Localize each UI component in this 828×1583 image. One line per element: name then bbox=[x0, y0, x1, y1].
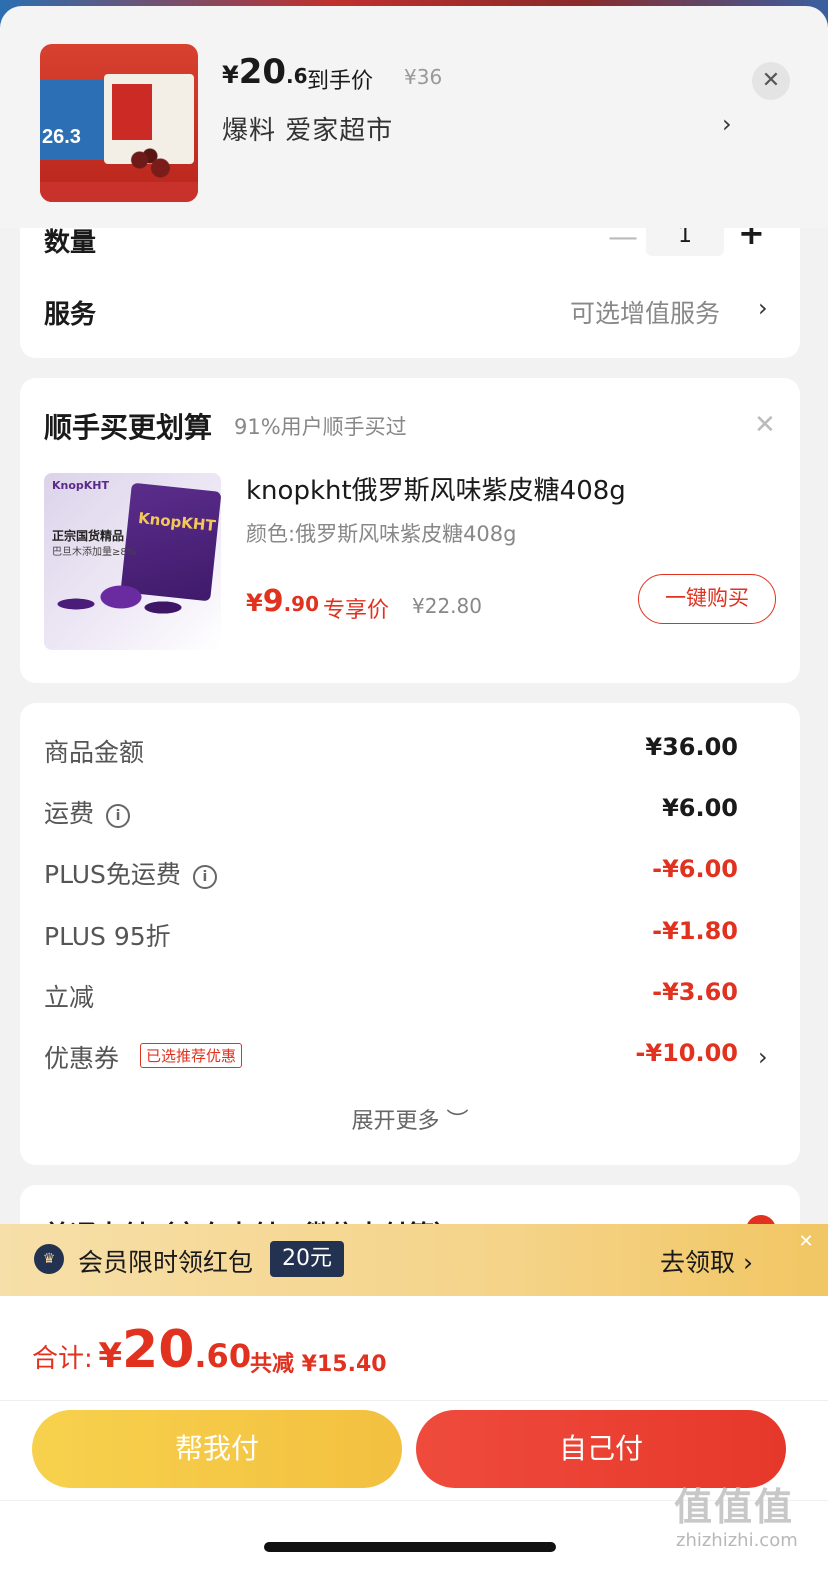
close-icon[interactable]: ✕ bbox=[792, 1228, 820, 1256]
fee-value: -¥1.80 bbox=[652, 917, 738, 945]
addon-product-variant: 颜色:俄罗斯风味紫皮糖408g bbox=[246, 522, 517, 546]
final-price-label: 到手价 bbox=[307, 69, 374, 94]
candies bbox=[46, 569, 196, 639]
addon-product-image[interactable]: KnopKHT KnopKHT 正宗国货精品 巴旦木添加量≥8% bbox=[44, 473, 221, 650]
banner-amount-badge: 20元 bbox=[270, 1241, 344, 1277]
addon-image-caption: 正宗国货精品 bbox=[52, 529, 125, 543]
service-value[interactable]: 可选增值服务 bbox=[570, 294, 720, 330]
expand-more-button[interactable]: 展开更多 ︶ bbox=[20, 1103, 800, 1135]
addon-subtitle: 91%用户顺手买过 bbox=[234, 415, 407, 439]
help-me-pay-button[interactable]: 帮我付 bbox=[32, 1410, 402, 1488]
fee-label-row: PLUS免运费 i bbox=[44, 855, 217, 891]
service-label: 服务 bbox=[44, 300, 97, 330]
addon-image-brand: KnopKHT bbox=[52, 479, 110, 492]
fee-value: ¥36.00 bbox=[645, 733, 738, 761]
fee-value: -¥6.00 bbox=[652, 855, 738, 883]
fee-label: 立减 bbox=[44, 983, 95, 1012]
addon-price-tag: 专享价 bbox=[323, 598, 390, 623]
addon-original-price: ¥22.80 bbox=[412, 594, 482, 618]
checkout-footer: 合计: ¥20.60 共减 ¥15.40 帮我付 自己付 值值值 zhizhiz… bbox=[0, 1296, 828, 1583]
fee-value: -¥3.60 bbox=[652, 978, 738, 1006]
final-price: ¥20.6 bbox=[222, 52, 308, 92]
original-price: ¥36 bbox=[404, 65, 443, 89]
crown-icon: ♛ bbox=[34, 1244, 64, 1274]
divider bbox=[0, 1400, 828, 1401]
close-icon[interactable]: ✕ bbox=[754, 410, 776, 440]
fee-value: ¥6.00 bbox=[662, 794, 738, 822]
fee-label: 商品金额 bbox=[44, 738, 145, 767]
claim-button[interactable]: 去领取 › bbox=[660, 1243, 753, 1279]
order-total: 合计: ¥20.60 bbox=[32, 1320, 252, 1380]
addon-image-caption: 巴旦木添加量≥8% bbox=[52, 547, 137, 558]
thumbnail-footer-band bbox=[40, 182, 198, 202]
home-indicator[interactable] bbox=[264, 1542, 556, 1552]
chevron-right-icon[interactable]: › bbox=[722, 110, 732, 138]
fee-label[interactable]: 优惠券 bbox=[44, 1039, 119, 1075]
addon-product-name[interactable]: knopkht俄罗斯风味紫皮糖408g bbox=[246, 470, 626, 507]
addon-price: ¥9.90 bbox=[246, 584, 320, 619]
one-click-buy-button[interactable]: 一键购买 bbox=[638, 574, 776, 624]
coupon-status-badge[interactable]: 已选推荐优惠 bbox=[140, 1043, 243, 1068]
fee-label: PLUS 95折 bbox=[44, 922, 171, 951]
chevron-right-icon[interactable]: › bbox=[758, 1043, 768, 1071]
banner-text: 会员限时领红包 bbox=[78, 1248, 254, 1277]
fee-label: 运费 bbox=[44, 799, 95, 828]
product-thumbnail[interactable]: 26.3 bbox=[40, 44, 198, 202]
fee-value[interactable]: -¥10.00 bbox=[635, 1039, 738, 1067]
product-summary-header: 26.3 ¥20.6 到手价 ¥36 爆料 爱家超市 › ✕ bbox=[0, 6, 828, 228]
watermark-url: zhizhizhi.com bbox=[676, 1530, 798, 1551]
fee-breakdown-card: 商品金额 ¥36.00 运费 i ¥6.00 PLUS免运费 i -¥6.00 PL… bbox=[20, 703, 800, 1165]
info-icon[interactable]: i bbox=[192, 865, 217, 889]
info-icon[interactable]: i bbox=[106, 804, 131, 828]
thumbnail-red-dates bbox=[124, 144, 176, 184]
total-savings: 共减 ¥15.40 bbox=[250, 1352, 387, 1377]
member-red-packet-banner[interactable]: ♛ 会员限时领红包 20元 去领取 › ✕ bbox=[0, 1224, 828, 1296]
fee-label-row: 运费 i bbox=[44, 794, 131, 830]
addon-card: 顺手买更划算 91%用户顺手买过 ✕ KnopKHT KnopKHT 正宗国货精… bbox=[20, 378, 800, 683]
thumbnail-price-badge: 26.3 bbox=[42, 126, 81, 148]
addon-title: 顺手买更划算 bbox=[44, 411, 213, 444]
close-icon[interactable]: ✕ bbox=[752, 62, 790, 100]
watermark-logo: 值值值 bbox=[674, 1485, 795, 1529]
fee-label: PLUS免运费 bbox=[44, 860, 181, 889]
product-subtitle[interactable]: 爆料 爱家超市 bbox=[222, 110, 393, 147]
chevron-right-icon[interactable]: › bbox=[758, 294, 768, 322]
